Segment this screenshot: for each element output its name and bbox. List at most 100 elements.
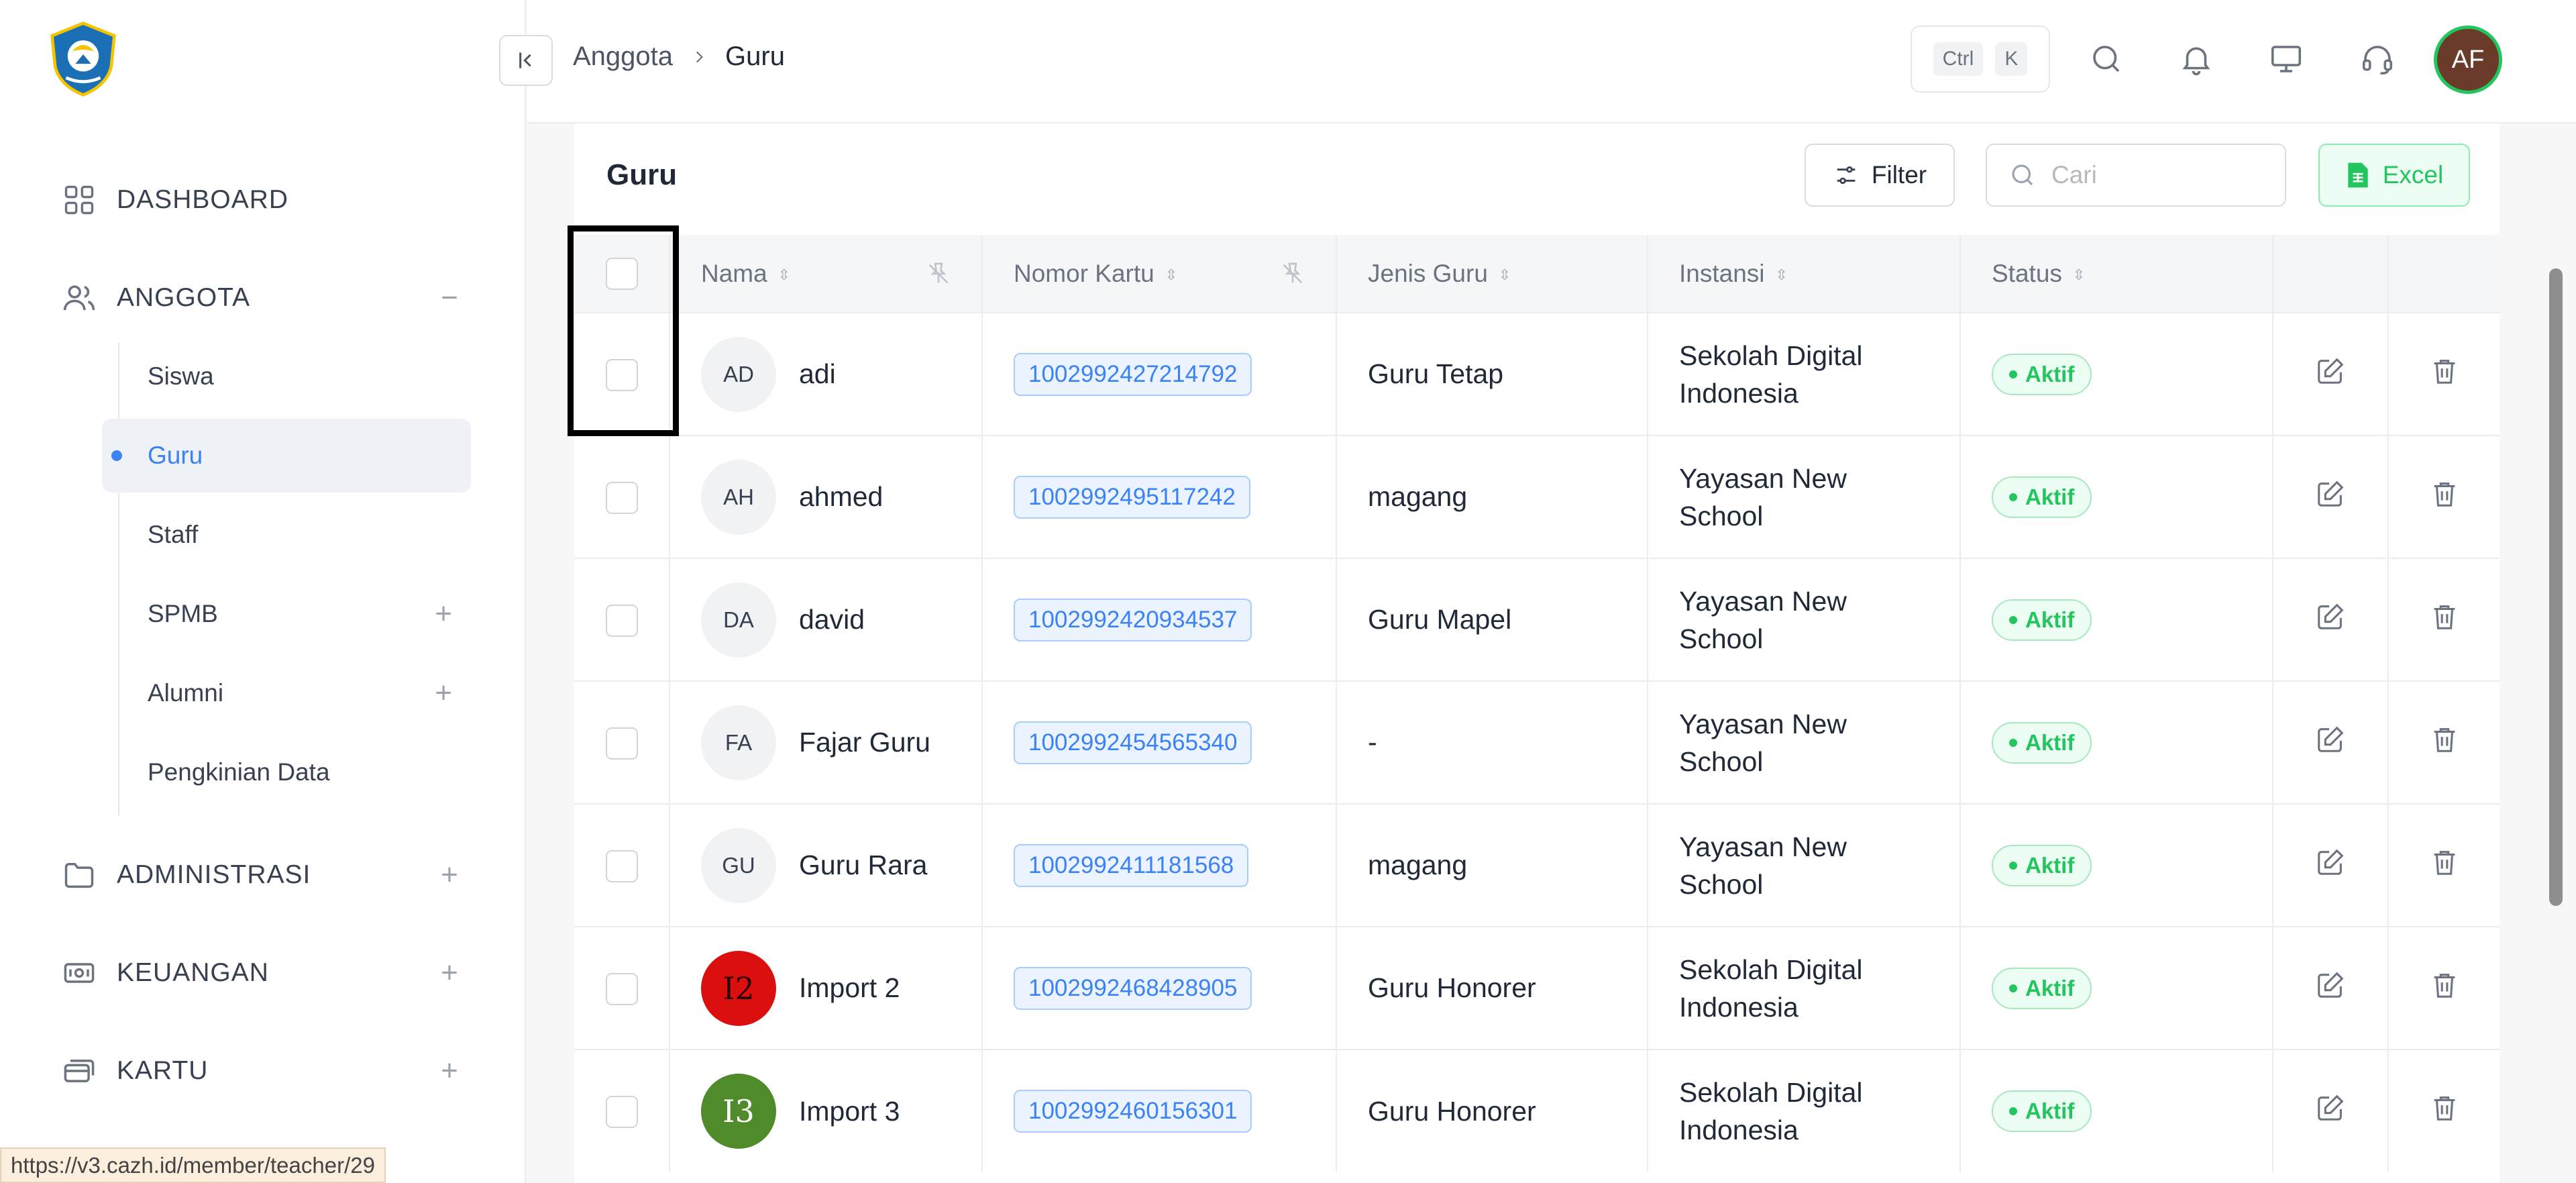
column-header-status[interactable]: Status ⇳ — [1960, 235, 2273, 313]
status-badge: Aktif — [1992, 599, 2092, 641]
delete-cell — [2388, 312, 2500, 435]
sort-icon[interactable]: ⇳ — [1499, 267, 1511, 282]
expand-icon[interactable]: + — [436, 956, 463, 990]
monitor-icon[interactable] — [2265, 38, 2308, 81]
teacher-name[interactable]: Fajar Guru — [799, 727, 930, 758]
table-row[interactable]: FA Fajar Guru 1002992454565340 - Yayasan… — [574, 680, 2500, 804]
bell-icon[interactable] — [2175, 38, 2218, 81]
table-row[interactable]: I2 Import 2 1002992468428905 Guru Honore… — [574, 926, 2500, 1049]
card-number-badge[interactable]: 1002992468428905 — [1014, 966, 1252, 1010]
nav-kartu[interactable]: KARTU + — [60, 1051, 463, 1091]
user-avatar[interactable]: AF — [2434, 25, 2502, 94]
tut-wuri-handayani-logo[interactable] — [44, 20, 122, 98]
sort-icon[interactable]: ⇳ — [778, 267, 790, 282]
table-row[interactable]: DA david 1002992420934537 Guru Mapel Yay… — [574, 558, 2500, 681]
card-number-badge[interactable]: 1002992411181568 — [1014, 843, 1249, 887]
trash-icon[interactable] — [2429, 970, 2460, 1000]
card-number-badge[interactable]: 1002992460156301 — [1014, 1090, 1252, 1133]
trash-icon[interactable] — [2429, 724, 2460, 755]
search-input[interactable] — [2051, 161, 2253, 189]
table-row[interactable]: AH ahmed 1002992495117242 magang Yayasan… — [574, 435, 2500, 558]
unpin-icon[interactable] — [1279, 260, 1306, 287]
edit-cell — [2273, 680, 2389, 804]
card-number-cell: 1002992454565340 — [982, 680, 1337, 804]
headset-support-icon[interactable] — [2356, 38, 2399, 81]
row-checkbox[interactable] — [605, 481, 638, 514]
institution-cell: Sekolah Digital Indonesia — [1648, 926, 1961, 1049]
breadcrumb-anggota[interactable]: Anggota — [573, 42, 673, 72]
sidebar-item-siswa[interactable]: Siswa — [102, 340, 471, 413]
sort-icon[interactable]: ⇳ — [1165, 267, 1177, 282]
column-label: Status — [1992, 259, 2062, 287]
collapse-icon[interactable]: − — [436, 281, 463, 315]
row-checkbox[interactable] — [605, 972, 638, 1005]
nav-anggota-label: ANGGOTA — [117, 283, 251, 312]
row-checkbox[interactable] — [605, 850, 638, 882]
edit-icon[interactable] — [2315, 601, 2346, 632]
unpin-icon[interactable] — [925, 260, 952, 287]
column-header-nama[interactable]: Nama ⇳ — [669, 235, 983, 313]
cash-icon — [60, 954, 98, 992]
edit-icon[interactable] — [2315, 1092, 2346, 1123]
teacher-name[interactable]: ahmed — [799, 481, 883, 513]
filter-button[interactable]: Filter — [1805, 144, 1955, 207]
trash-icon[interactable] — [2429, 847, 2460, 878]
card-number-badge[interactable]: 1002992420934537 — [1014, 598, 1252, 641]
column-header-nomor-kartu[interactable]: Nomor Kartu ⇳ — [982, 235, 1337, 313]
row-checkbox[interactable] — [605, 727, 638, 760]
trash-icon[interactable] — [2429, 1092, 2460, 1123]
trash-icon[interactable] — [2429, 356, 2460, 387]
teacher-name[interactable]: adi — [799, 358, 836, 390]
card-number-badge[interactable]: 1002992427214792 — [1014, 352, 1252, 396]
sort-icon[interactable]: ⇳ — [1776, 267, 1788, 282]
institution-line-2: School — [1679, 500, 1764, 531]
edit-icon[interactable] — [2315, 970, 2346, 1000]
teacher-name[interactable]: Import 2 — [799, 972, 900, 1004]
sidebar-item-staff[interactable]: Staff — [102, 498, 471, 572]
teacher-name[interactable]: Guru Rara — [799, 850, 927, 881]
nav-anggota[interactable]: ANGGOTA − — [60, 278, 463, 318]
sidebar-item-guru[interactable]: Guru — [102, 419, 471, 493]
table-body: AD adi 1002992427214792 Guru Tetap Sekol… — [574, 312, 2500, 1172]
table-row[interactable]: GU Guru Rara 1002992411181568 magang Yay… — [574, 803, 2500, 927]
collapse-sidebar-button[interactable] — [499, 35, 553, 86]
sidebar-item-spmb[interactable]: SPMB + — [102, 577, 471, 651]
column-header-instansi[interactable]: Instansi ⇳ — [1648, 235, 1961, 313]
command-palette-shortcut[interactable]: Ctrl K — [1911, 25, 2050, 93]
delete-cell — [2388, 803, 2500, 927]
expand-icon[interactable]: + — [435, 597, 452, 631]
edit-icon[interactable] — [2315, 356, 2346, 387]
status-label: Aktif — [2025, 852, 2075, 878]
export-excel-button[interactable]: Excel — [2318, 144, 2470, 207]
trash-icon[interactable] — [2429, 601, 2460, 632]
teacher-name[interactable]: david — [799, 604, 865, 635]
search-icon[interactable] — [2085, 38, 2128, 81]
teacher-type-cell: magang — [1336, 803, 1648, 927]
edit-icon[interactable] — [2315, 478, 2346, 509]
sidebar-item-alumni[interactable]: Alumni + — [102, 656, 471, 730]
teacher-name[interactable]: Import 3 — [799, 1096, 900, 1127]
card-number-badge[interactable]: 1002992454565340 — [1014, 721, 1252, 764]
delete-cell — [2388, 680, 2500, 804]
expand-icon[interactable]: + — [436, 1054, 463, 1088]
trash-icon[interactable] — [2429, 478, 2460, 509]
edit-icon[interactable] — [2315, 847, 2346, 878]
sort-icon[interactable]: ⇳ — [2073, 267, 2085, 282]
card-number-cell: 1002992420934537 — [982, 558, 1337, 681]
card-number-badge[interactable]: 1002992495117242 — [1014, 475, 1250, 519]
row-checkbox[interactable] — [605, 604, 638, 637]
expand-icon[interactable]: + — [435, 676, 452, 710]
search-field[interactable] — [1986, 144, 2286, 207]
row-checkbox[interactable] — [605, 1096, 638, 1129]
expand-icon[interactable]: + — [436, 858, 463, 892]
edit-icon[interactable] — [2315, 724, 2346, 755]
nav-dashboard[interactable]: DASHBOARD — [60, 180, 463, 220]
vertical-scrollbar[interactable] — [2549, 268, 2563, 906]
nav-administrasi[interactable]: ADMINISTRASI + — [60, 855, 463, 895]
column-header-jenis-guru[interactable]: Jenis Guru ⇳ — [1336, 235, 1648, 313]
nav-keuangan[interactable]: KEUANGAN + — [60, 953, 463, 993]
table-row[interactable]: AD adi 1002992427214792 Guru Tetap Sekol… — [574, 312, 2500, 435]
table-row[interactable]: I3 Import 3 1002992460156301 Guru Honore… — [574, 1049, 2500, 1172]
sidebar-item-pengkinian-data[interactable]: Pengkinian Data — [102, 735, 471, 809]
edit-cell — [2273, 803, 2389, 927]
